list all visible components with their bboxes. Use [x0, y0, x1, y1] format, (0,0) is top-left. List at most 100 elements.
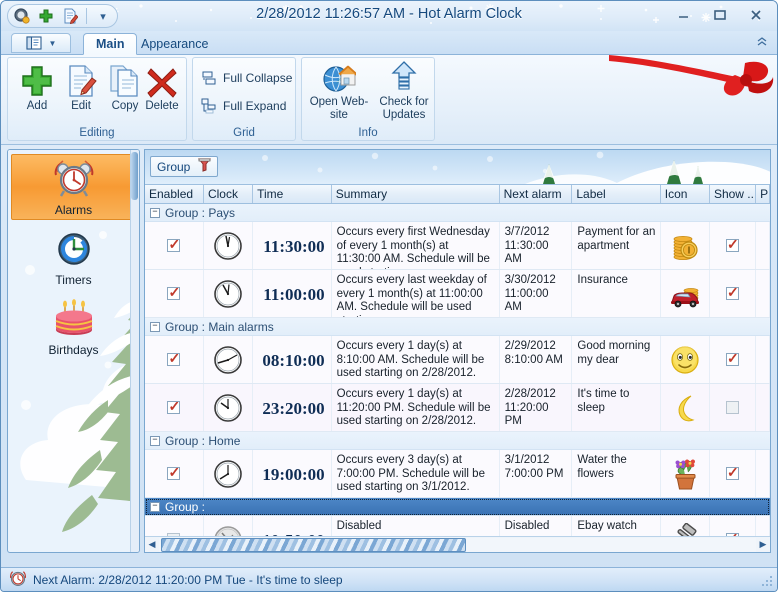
column-header-p[interactable]: P [756, 185, 770, 203]
column-header-clock[interactable]: Clock [204, 185, 254, 203]
show-checkbox[interactable]: ✓ [726, 285, 740, 300]
column-header-time[interactable]: Time [253, 185, 332, 203]
resize-grip[interactable] [759, 573, 775, 589]
red-car-coins-icon [670, 287, 699, 307]
alarm-clock-icon[interactable] [12, 6, 32, 26]
enabled-checkbox[interactable]: ✓ [167, 285, 181, 300]
collapse-tree-icon [202, 71, 216, 85]
ribbon-collapse-button[interactable] [755, 35, 769, 50]
enabled-checkbox-cell[interactable]: ✓ [145, 222, 204, 269]
column-header-show[interactable]: Show ... [710, 185, 757, 203]
enabled-checkbox-cell[interactable]: ✓ [145, 270, 204, 317]
group-row-home[interactable]: − Group : Home [145, 432, 770, 450]
next-alarm-cell: 3/1/2012 7:00:00 PM [500, 450, 573, 497]
smiley-face-icon [671, 345, 699, 374]
next-alarm-cell: 2/29/2012 8:10:00 AM [500, 336, 573, 383]
enabled-checkbox[interactable]: ✓ [167, 465, 181, 480]
scroll-right-arrow[interactable]: ▶ [756, 538, 770, 552]
sidebar-item-birthdays[interactable]: Birthdays [11, 294, 136, 360]
table-row[interactable]: ✓ 11:00:00 Occurs every last weekday of … [145, 270, 770, 318]
nav-vertical-scrollbar[interactable] [130, 150, 139, 552]
group-row-empty[interactable]: − Group : [145, 498, 770, 516]
alarms-grid: Group Enabled Clock Time Summary Next al… [144, 149, 771, 553]
minimize-button[interactable] [671, 5, 697, 25]
delete-button[interactable]: Delete [138, 62, 186, 124]
sidebar-item-label: Alarms [54, 202, 93, 217]
group-row-label: Group : [165, 499, 206, 514]
summary-cell: Occurs every 3 day(s) at 7:00:00 PM. Sch… [332, 450, 500, 497]
document-edit-icon[interactable] [60, 6, 80, 26]
scroll-track[interactable] [159, 537, 756, 552]
enabled-checkbox[interactable]: ✓ [167, 237, 181, 252]
add-button[interactable]: Add [12, 62, 62, 124]
chevron-down-icon[interactable]: ▾ [93, 6, 113, 26]
sidebar-item-alarms[interactable]: Alarms [11, 154, 136, 220]
show-checkbox-cell[interactable]: ✓ [710, 270, 757, 317]
summary-cell: Occurs every 1 day(s) at 11:20:00 PM. Sc… [332, 384, 500, 431]
stopwatch-icon [53, 228, 95, 271]
nav-scroll-thumb[interactable] [131, 152, 138, 200]
application-window: ▾ 2/28/2012 11:26:57 AM - Hot Alarm Cloc… [0, 0, 778, 592]
grid-horizontal-scrollbar[interactable]: ◀ ▶ [145, 536, 770, 552]
column-header-label[interactable]: Label [572, 185, 661, 203]
show-checkbox-cell[interactable]: ✓ [710, 450, 757, 497]
scroll-thumb[interactable] [161, 537, 466, 552]
show-checkbox-cell[interactable] [710, 384, 757, 431]
application-menu-button[interactable]: ▼ [11, 33, 71, 53]
button-label: Add [26, 100, 48, 112]
collapse-expander-icon[interactable]: − [150, 501, 160, 512]
close-button[interactable] [743, 5, 769, 25]
show-checkbox[interactable]: ✓ [726, 351, 740, 366]
show-checkbox[interactable]: ✓ [726, 465, 740, 480]
show-checkbox-cell[interactable]: ✓ [710, 336, 757, 383]
collapse-expander-icon[interactable]: − [150, 321, 160, 332]
tab-appearance[interactable]: Appearance [129, 33, 220, 55]
open-website-button[interactable]: Open Web-site [308, 60, 370, 122]
collapse-expander-icon[interactable]: − [150, 435, 160, 446]
plus-green-icon[interactable] [36, 6, 56, 26]
enabled-checkbox[interactable]: ✓ [167, 399, 181, 414]
column-header-summary[interactable]: Summary [332, 185, 500, 203]
enabled-checkbox-cell[interactable]: ✓ [145, 450, 204, 497]
group-row-pays[interactable]: − Group : Pays [145, 204, 770, 222]
next-alarm-cell: 2/28/2012 11:20:00 PM [500, 384, 573, 431]
button-label: Full Collapse [223, 71, 293, 85]
analog-clock-icon [214, 459, 242, 488]
time-cell: 23:20:00 [253, 384, 332, 431]
alarm-clock-icon [53, 158, 95, 201]
sidebar-item-timers[interactable]: Timers [11, 224, 136, 290]
table-row[interactable]: ✓ 23:20:00 Occurs every 1 day(s) at 11:2… [145, 384, 770, 432]
enabled-checkbox-cell[interactable]: ✓ [145, 384, 204, 431]
p-cell [756, 336, 770, 383]
table-row[interactable]: ✓ 11:30:00 Occurs every first Wednesday … [145, 222, 770, 270]
check-updates-button[interactable]: Check for Updates [374, 60, 434, 122]
show-checkbox[interactable]: ✓ [726, 237, 740, 252]
enabled-checkbox[interactable]: ✓ [167, 351, 181, 366]
scroll-left-arrow[interactable]: ◀ [145, 538, 159, 552]
full-collapse-button[interactable]: Full Collapse [201, 70, 292, 86]
show-checkbox-cell[interactable]: ✓ [710, 222, 757, 269]
table-row[interactable]: ✓ 08:10:00 Occurs every 1 day(s) at 8:10… [145, 336, 770, 384]
full-expand-button[interactable]: Full Expand [201, 98, 286, 114]
edit-button[interactable]: Edit [56, 62, 106, 124]
document-pencil-icon [64, 62, 98, 98]
table-row[interactable]: ✓ 19:00:00 Occurs every 3 day(s) at 7:00… [145, 450, 770, 498]
collapse-expander-icon[interactable]: − [150, 207, 160, 218]
sidebar-item-label: Birthdays [48, 342, 99, 357]
maximize-button[interactable] [707, 5, 733, 25]
quick-access-toolbar[interactable]: ▾ [7, 4, 118, 28]
column-header-icon[interactable]: Icon [661, 185, 710, 203]
ribbon-group-editing: Add Edit Copy Delete Editing [7, 57, 187, 141]
group-by-box[interactable]: Group [150, 156, 219, 177]
column-header-enabled[interactable]: Enabled [145, 185, 204, 203]
group-row-main-alarms[interactable]: − Group : Main alarms [145, 318, 770, 336]
button-label: Delete [145, 100, 179, 112]
panel-layout-icon [25, 36, 42, 50]
column-header-next-alarm[interactable]: Next alarm [500, 185, 573, 203]
status-bar: Next Alarm: 2/28/2012 11:20:00 PM Tue - … [1, 567, 777, 591]
button-label: Check for Updates [379, 96, 429, 122]
filter-funnel-icon[interactable] [198, 158, 212, 175]
enabled-checkbox-cell[interactable]: ✓ [145, 336, 204, 383]
show-checkbox[interactable] [726, 401, 740, 414]
tab-label: Main [96, 37, 125, 51]
